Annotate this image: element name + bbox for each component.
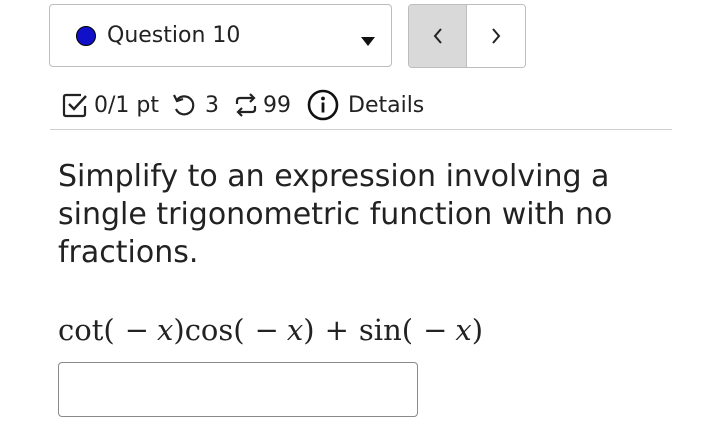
divider (50, 129, 672, 130)
previous-question-button[interactable] (409, 5, 467, 67)
details-label: Details (348, 92, 425, 118)
repeat-icon (235, 93, 257, 117)
question-select-label: Question 10 (107, 23, 241, 48)
question-prompt: Simplify to an expression involving a si… (58, 159, 613, 270)
minus-sign: − (254, 313, 279, 347)
cot-function: cot (58, 313, 104, 347)
chevron-right-icon (492, 28, 501, 44)
chevron-left-icon (433, 28, 442, 44)
checkbox-check-icon (62, 93, 87, 118)
question-status-dot (76, 25, 96, 46)
minus-sign: − (124, 313, 149, 347)
versions-info: 99 (233, 92, 291, 118)
question-nav (408, 4, 526, 68)
minus-sign: − (423, 313, 448, 347)
question-select[interactable]: Question 10 (49, 4, 392, 67)
caret-down-icon (361, 32, 375, 51)
variable-x: x (455, 313, 472, 347)
versions-text: 99 (263, 92, 291, 118)
points-info: 0/1 pt (62, 92, 159, 118)
retry-icon (173, 94, 195, 116)
sin-function: sin (358, 313, 402, 347)
answer-input[interactable] (58, 362, 418, 417)
points-text: 0/1 pt (94, 92, 159, 118)
cos-function: cos (184, 313, 234, 347)
plus-sign: + (324, 313, 349, 347)
info-icon (307, 89, 339, 121)
math-expression: cot(− x)cos(− x) + sin(− x) (58, 313, 484, 347)
attempts-text: 3 (205, 92, 219, 118)
next-question-button[interactable] (467, 5, 525, 67)
details-link[interactable]: Details (307, 89, 424, 121)
question-meta: 0/1 pt 3 99 Details (62, 86, 424, 124)
variable-x: x (157, 313, 174, 347)
attempts-info: 3 (171, 92, 219, 118)
variable-x: x (286, 313, 304, 347)
